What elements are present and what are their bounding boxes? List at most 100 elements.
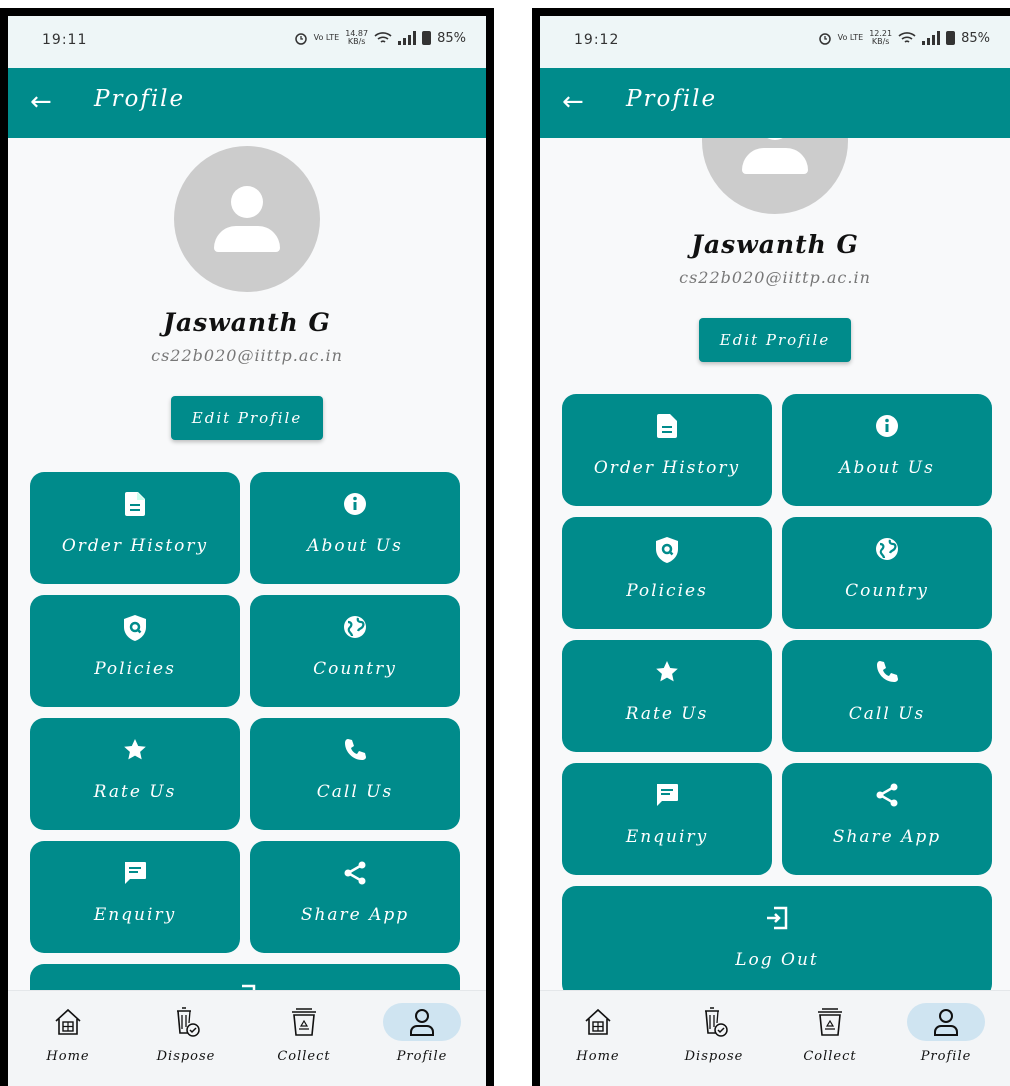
menu-card-share-app[interactable]: Share App xyxy=(250,841,460,953)
nav-label: Profile xyxy=(920,1049,972,1064)
profile-content[interactable]: Jaswanth G cs22b020@iittp.ac.in Edit Pro… xyxy=(540,138,1010,990)
status-time: 19:12 xyxy=(574,32,620,48)
menu-card-about-us[interactable]: About Us xyxy=(250,472,460,584)
share-icon xyxy=(344,861,366,885)
app-bar: ← Profile xyxy=(540,68,1010,138)
nav-label: Home xyxy=(46,1049,90,1064)
trash-icon xyxy=(705,1007,728,1037)
menu-label: Order History xyxy=(593,458,741,478)
nav-label: Collect xyxy=(277,1049,331,1064)
user-email: cs22b020@iittp.ac.in xyxy=(151,346,343,365)
network-speed: 14.87 KB/s xyxy=(345,29,369,46)
menu-label: Enquiry xyxy=(625,827,709,847)
menu-card-enquiry[interactable]: Enquiry xyxy=(30,841,240,953)
status-bar: 19:11 Vo LTE 14.87 KB/s 85% xyxy=(8,16,486,68)
nav-item-dispose[interactable]: Dispose xyxy=(664,1005,764,1064)
alarm-icon xyxy=(294,33,307,45)
menu-card-enquiry[interactable]: Enquiry xyxy=(562,763,772,875)
globe-icon xyxy=(876,538,898,560)
logout-icon xyxy=(767,906,788,930)
star-icon xyxy=(124,739,146,760)
info-icon xyxy=(344,493,366,515)
battery-icon xyxy=(946,31,956,45)
menu-card-share-app[interactable]: Share App xyxy=(782,763,992,875)
menu-card-call-us[interactable]: Call Us xyxy=(250,718,460,830)
menu-label: Call Us xyxy=(316,782,394,802)
active-indicator xyxy=(907,1003,985,1041)
menu-card-log-out[interactable]: Log Out xyxy=(562,886,992,990)
home-icon xyxy=(55,1008,81,1035)
recycle-bin-icon xyxy=(818,1008,842,1036)
profile-content[interactable]: Jaswanth G cs22b020@iittp.ac.in Edit Pro… xyxy=(8,138,486,990)
home-icon xyxy=(585,1008,611,1035)
signal-icon xyxy=(398,31,417,45)
shield-icon xyxy=(656,537,678,563)
person-icon xyxy=(410,1009,434,1036)
phone-icon xyxy=(345,739,366,760)
edit-profile-button[interactable]: Edit Profile xyxy=(171,396,323,440)
menu-card-policies[interactable]: Policies xyxy=(30,595,240,707)
nav-label: Profile xyxy=(396,1049,448,1064)
menu-label: Policies xyxy=(626,581,708,601)
app-bar: ← Profile xyxy=(8,68,486,138)
document-icon xyxy=(125,492,145,516)
menu-card-order-history[interactable]: Order History xyxy=(562,394,772,506)
menu-card-rate-us[interactable]: Rate Us xyxy=(562,640,772,752)
menu-card-log-out[interactable]: Log Out xyxy=(30,964,460,990)
user-name: Jaswanth G xyxy=(691,230,859,259)
menu-card-country[interactable]: Country xyxy=(782,517,992,629)
status-time: 19:11 xyxy=(42,32,88,48)
menu-card-country[interactable]: Country xyxy=(250,595,460,707)
nav-item-profile[interactable]: Profile xyxy=(896,1003,996,1064)
alarm-icon xyxy=(818,33,831,45)
nav-item-home[interactable]: Home xyxy=(18,1005,118,1064)
nav-item-home[interactable]: Home xyxy=(548,1005,648,1064)
recycle-bin-icon xyxy=(292,1008,316,1036)
phone-icon xyxy=(877,661,898,682)
bottom-nav: Home Dispose Collect Profile xyxy=(540,990,1010,1086)
trash-icon xyxy=(177,1007,200,1037)
nav-item-collect[interactable]: Collect xyxy=(780,1005,880,1064)
wifi-icon xyxy=(374,32,392,43)
menu-card-call-us[interactable]: Call Us xyxy=(782,640,992,752)
menu-label: Rate Us xyxy=(93,782,177,802)
message-icon xyxy=(657,784,678,806)
user-name: Jaswanth G xyxy=(163,308,331,337)
signal-icon xyxy=(922,31,941,45)
menu-card-order-history[interactable]: Order History xyxy=(30,472,240,584)
info-icon xyxy=(876,415,898,437)
menu-label: Call Us xyxy=(848,704,926,724)
battery-percent: 85% xyxy=(961,30,990,46)
nav-label: Home xyxy=(576,1049,620,1064)
back-arrow-icon[interactable]: ← xyxy=(30,88,52,116)
menu-label: Log Out xyxy=(735,950,819,970)
status-bar: 19:12 Vo LTE 12.21 KB/s 85% xyxy=(540,16,1010,68)
network-speed: 12.21 KB/s xyxy=(869,29,893,46)
back-arrow-icon[interactable]: ← xyxy=(562,88,584,116)
status-icons: Vo LTE 12.21 KB/s 85% xyxy=(818,30,990,46)
battery-icon xyxy=(422,31,432,45)
globe-icon xyxy=(344,616,366,638)
avatar xyxy=(702,138,848,214)
phone-screen-1: 19:11 Vo LTE 14.87 KB/s 85% ← Profile Jas… xyxy=(0,8,494,1086)
nav-item-dispose[interactable]: Dispose xyxy=(136,1005,236,1064)
menu-card-policies[interactable]: Policies xyxy=(562,517,772,629)
star-icon xyxy=(656,661,678,682)
page-title: Profile xyxy=(94,86,186,112)
nav-label: Dispose xyxy=(684,1049,744,1064)
sim-label: Vo LTE xyxy=(837,33,864,42)
menu-card-rate-us[interactable]: Rate Us xyxy=(30,718,240,830)
page-title: Profile xyxy=(626,86,718,112)
share-icon xyxy=(876,783,898,807)
message-icon xyxy=(125,862,146,884)
menu-label: About Us xyxy=(307,536,403,556)
phone-screen-2: 19:12 Vo LTE 12.21 KB/s 85% ← Profile Jas… xyxy=(532,8,1010,1086)
wifi-icon xyxy=(898,32,916,43)
menu-label: Share App xyxy=(300,905,410,925)
edit-profile-button[interactable]: Edit Profile xyxy=(699,318,851,362)
nav-item-collect[interactable]: Collect xyxy=(254,1005,354,1064)
menu-label: Policies xyxy=(94,659,176,679)
nav-label: Dispose xyxy=(156,1049,216,1064)
nav-item-profile[interactable]: Profile xyxy=(372,1003,472,1064)
menu-card-about-us[interactable]: About Us xyxy=(782,394,992,506)
